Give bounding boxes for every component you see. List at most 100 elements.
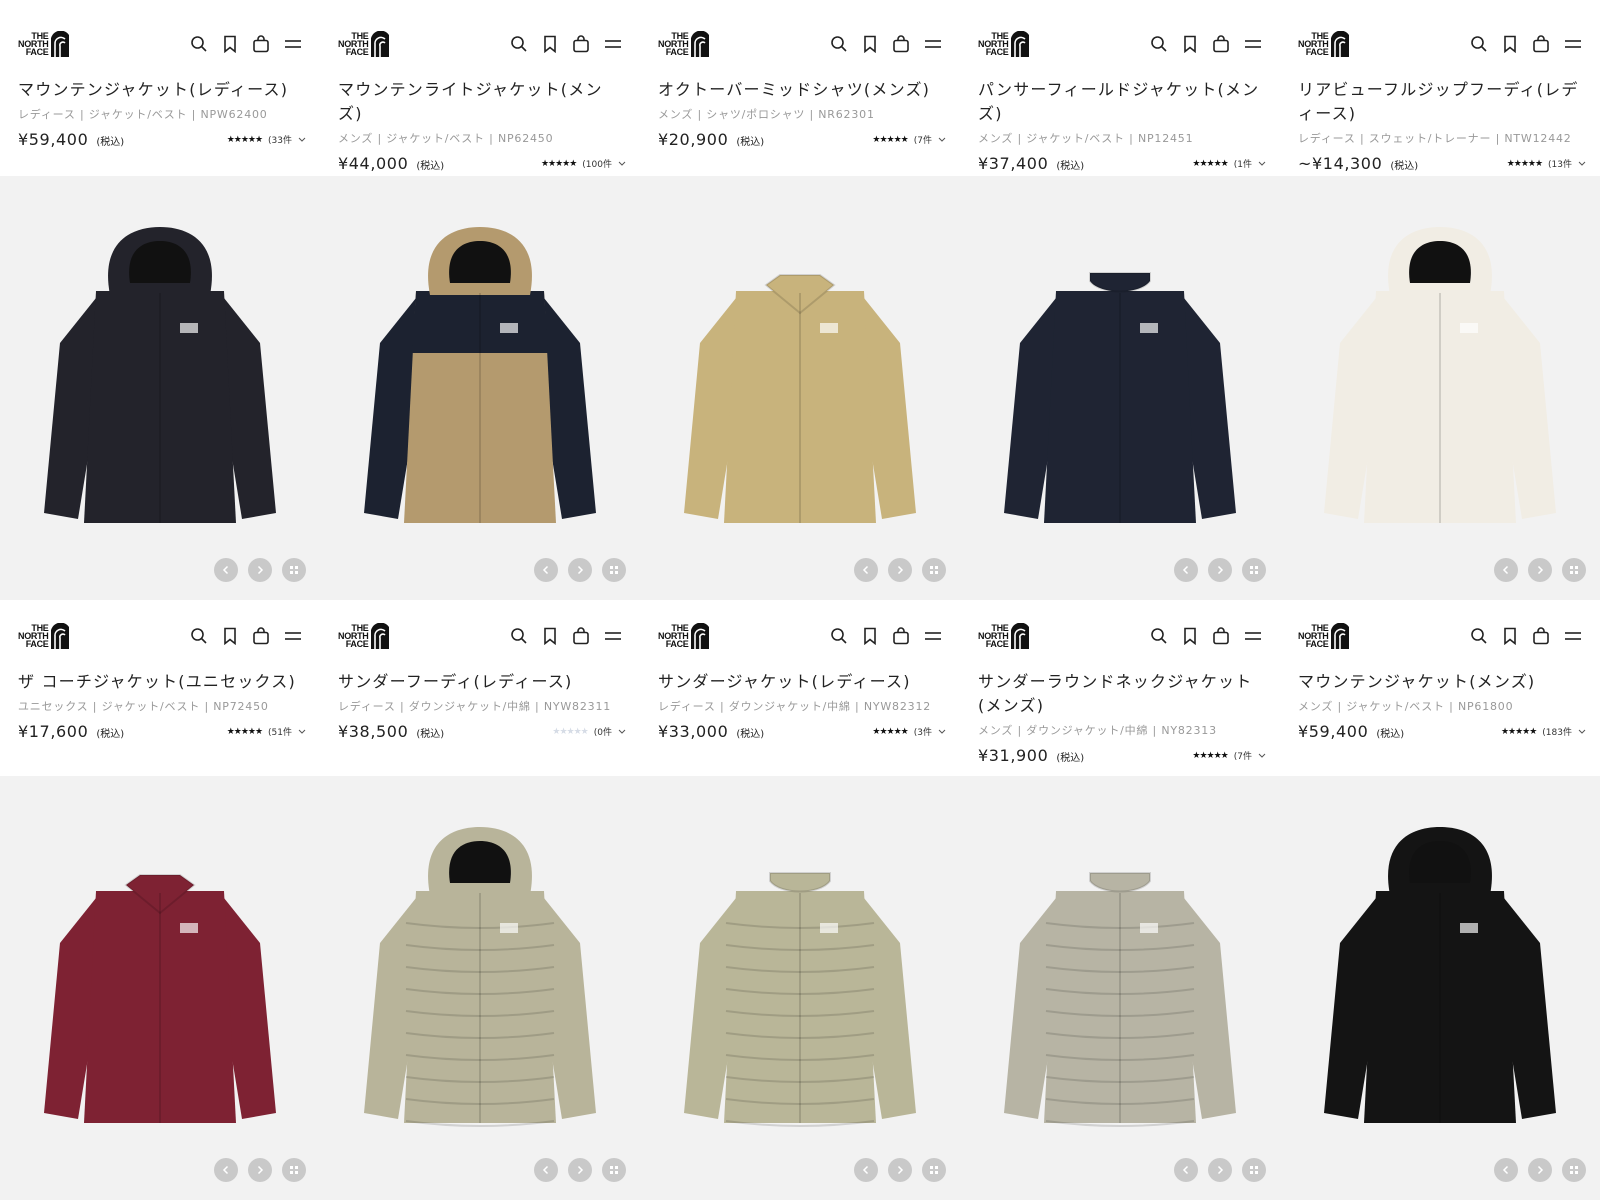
product-image[interactable] bbox=[640, 776, 960, 1200]
grid-view-button[interactable] bbox=[1562, 1158, 1586, 1182]
cart-icon[interactable] bbox=[252, 627, 270, 645]
review-summary[interactable]: ★★★★★ (13件 bbox=[1507, 157, 1586, 170]
product-card-4[interactable]: THE NORTH FACE パンサーフィールドジャケット(メンズ) メンズ |… bbox=[960, 0, 1280, 600]
next-image-button[interactable] bbox=[248, 558, 272, 582]
prev-image-button[interactable] bbox=[854, 1158, 878, 1182]
search-icon[interactable] bbox=[830, 35, 848, 53]
bookmark-icon[interactable] bbox=[222, 35, 238, 53]
search-icon[interactable] bbox=[510, 627, 528, 645]
brand-logo[interactable]: THE NORTH FACE bbox=[658, 622, 709, 650]
bookmark-icon[interactable] bbox=[542, 627, 558, 645]
menu-icon[interactable] bbox=[924, 629, 942, 643]
next-image-button[interactable] bbox=[568, 558, 592, 582]
cart-icon[interactable] bbox=[572, 35, 590, 53]
prev-image-button[interactable] bbox=[534, 558, 558, 582]
prev-image-button[interactable] bbox=[854, 558, 878, 582]
grid-view-button[interactable] bbox=[1562, 558, 1586, 582]
grid-view-button[interactable] bbox=[1242, 558, 1266, 582]
brand-logo[interactable]: THE NORTH FACE bbox=[658, 30, 709, 58]
cart-icon[interactable] bbox=[252, 35, 270, 53]
cart-icon[interactable] bbox=[1532, 627, 1550, 645]
prev-image-button[interactable] bbox=[214, 558, 238, 582]
menu-icon[interactable] bbox=[1244, 37, 1262, 51]
review-summary[interactable]: ★★★★★ (183件 bbox=[1501, 725, 1586, 738]
brand-logo[interactable]: THE NORTH FACE bbox=[18, 30, 69, 58]
search-icon[interactable] bbox=[1150, 35, 1168, 53]
next-image-button[interactable] bbox=[248, 1158, 272, 1182]
cart-icon[interactable] bbox=[892, 35, 910, 53]
review-summary[interactable]: ★★★★★ (3件 bbox=[872, 725, 946, 738]
product-image[interactable] bbox=[640, 176, 960, 600]
product-title[interactable]: サンダーフーディ(レディース) bbox=[338, 670, 626, 694]
search-icon[interactable] bbox=[510, 35, 528, 53]
product-image[interactable] bbox=[0, 776, 320, 1200]
product-card-8[interactable]: THE NORTH FACE サンダージャケット(レディース) レディース | … bbox=[640, 600, 960, 1200]
product-image[interactable] bbox=[0, 176, 320, 600]
cart-icon[interactable] bbox=[1212, 627, 1230, 645]
search-icon[interactable] bbox=[1150, 627, 1168, 645]
review-summary[interactable]: ★★★★★ (51件 bbox=[227, 725, 306, 738]
prev-image-button[interactable] bbox=[1174, 1158, 1198, 1182]
menu-icon[interactable] bbox=[604, 37, 622, 51]
next-image-button[interactable] bbox=[1528, 1158, 1552, 1182]
product-card-3[interactable]: THE NORTH FACE オクトーバーミッドシャツ(メンズ) メンズ | シ… bbox=[640, 0, 960, 600]
next-image-button[interactable] bbox=[888, 1158, 912, 1182]
product-title[interactable]: マウンテンジャケット(レディース) bbox=[18, 78, 306, 102]
grid-view-button[interactable] bbox=[282, 558, 306, 582]
bookmark-icon[interactable] bbox=[1502, 35, 1518, 53]
menu-icon[interactable] bbox=[1564, 37, 1582, 51]
prev-image-button[interactable] bbox=[1174, 558, 1198, 582]
grid-view-button[interactable] bbox=[922, 558, 946, 582]
next-image-button[interactable] bbox=[1208, 1158, 1232, 1182]
product-image[interactable] bbox=[1280, 776, 1600, 1200]
cart-icon[interactable] bbox=[1532, 35, 1550, 53]
brand-logo[interactable]: THE NORTH FACE bbox=[1298, 30, 1349, 58]
menu-icon[interactable] bbox=[284, 37, 302, 51]
brand-logo[interactable]: THE NORTH FACE bbox=[1298, 622, 1349, 650]
review-summary[interactable]: ★★★★★ (33件 bbox=[227, 133, 306, 146]
grid-view-button[interactable] bbox=[1242, 1158, 1266, 1182]
product-title[interactable]: リアビューフルジップフーディ(レディース) bbox=[1298, 78, 1586, 126]
search-icon[interactable] bbox=[190, 627, 208, 645]
bookmark-icon[interactable] bbox=[1502, 627, 1518, 645]
brand-logo[interactable]: THE NORTH FACE bbox=[18, 622, 69, 650]
brand-logo[interactable]: THE NORTH FACE bbox=[338, 30, 389, 58]
menu-icon[interactable] bbox=[1564, 629, 1582, 643]
cart-icon[interactable] bbox=[572, 627, 590, 645]
search-icon[interactable] bbox=[830, 627, 848, 645]
brand-logo[interactable]: THE NORTH FACE bbox=[978, 30, 1029, 58]
prev-image-button[interactable] bbox=[534, 1158, 558, 1182]
product-image[interactable] bbox=[960, 776, 1280, 1200]
product-card-5[interactable]: THE NORTH FACE リアビューフルジップフーディ(レディース) レディ… bbox=[1280, 0, 1600, 600]
next-image-button[interactable] bbox=[1208, 558, 1232, 582]
product-image[interactable] bbox=[1280, 176, 1600, 600]
menu-icon[interactable] bbox=[1244, 629, 1262, 643]
review-summary[interactable]: ★★★★★ (1件 bbox=[1192, 157, 1266, 170]
grid-view-button[interactable] bbox=[282, 1158, 306, 1182]
product-image[interactable] bbox=[960, 176, 1280, 600]
next-image-button[interactable] bbox=[1528, 558, 1552, 582]
product-title[interactable]: パンサーフィールドジャケット(メンズ) bbox=[978, 78, 1266, 126]
product-card-7[interactable]: THE NORTH FACE サンダーフーディ(レディース) レディース | ダ… bbox=[320, 600, 640, 1200]
search-icon[interactable] bbox=[1470, 35, 1488, 53]
next-image-button[interactable] bbox=[568, 1158, 592, 1182]
bookmark-icon[interactable] bbox=[1182, 627, 1198, 645]
grid-view-button[interactable] bbox=[602, 558, 626, 582]
product-title[interactable]: オクトーバーミッドシャツ(メンズ) bbox=[658, 78, 946, 102]
prev-image-button[interactable] bbox=[1494, 1158, 1518, 1182]
search-icon[interactable] bbox=[1470, 627, 1488, 645]
product-title[interactable]: サンダーラウンドネックジャケット(メンズ) bbox=[978, 670, 1266, 718]
bookmark-icon[interactable] bbox=[862, 35, 878, 53]
product-card-2[interactable]: THE NORTH FACE マウンテンライトジャケット(メンズ) メンズ | … bbox=[320, 0, 640, 600]
review-summary[interactable]: ★★★★★ (100件 bbox=[541, 157, 626, 170]
review-summary[interactable]: ★★★★★ (0件 bbox=[552, 725, 626, 738]
product-card-6[interactable]: THE NORTH FACE ザ コーチジャケット(ユニセックス) ユニセックス… bbox=[0, 600, 320, 1200]
review-summary[interactable]: ★★★★★ (7件 bbox=[1192, 749, 1266, 762]
menu-icon[interactable] bbox=[924, 37, 942, 51]
product-title[interactable]: マウンテンライトジャケット(メンズ) bbox=[338, 78, 626, 126]
bookmark-icon[interactable] bbox=[542, 35, 558, 53]
cart-icon[interactable] bbox=[1212, 35, 1230, 53]
grid-view-button[interactable] bbox=[922, 1158, 946, 1182]
cart-icon[interactable] bbox=[892, 627, 910, 645]
product-card-1[interactable]: THE NORTH FACE マウンテンジャケット(レディース) レディース |… bbox=[0, 0, 320, 600]
